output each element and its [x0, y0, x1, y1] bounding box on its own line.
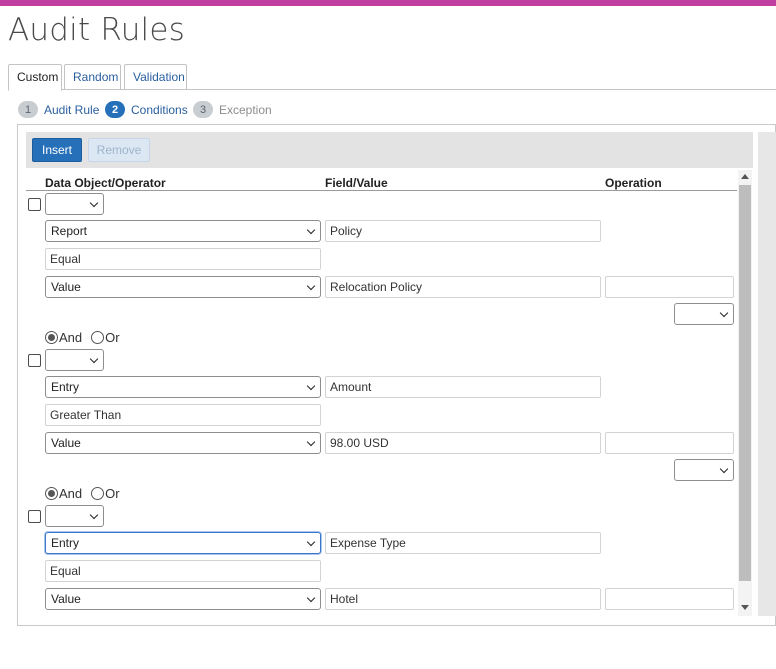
value-input[interactable]: Relocation Policy [325, 276, 601, 298]
value-input[interactable]: 98.00 USD [325, 432, 601, 454]
grid-scrollbar[interactable] [738, 170, 752, 616]
data-object-select[interactable]: Report [45, 220, 321, 242]
column-header-operation: Operation [605, 176, 662, 190]
operator-field[interactable]: Greater Than [45, 404, 321, 426]
chevron-down-icon [306, 537, 316, 547]
or-radio[interactable] [91, 331, 105, 344]
column-header-object: Data Object/Operator [45, 176, 166, 190]
or-label: Or [105, 330, 120, 345]
tab-random[interactable]: Random [64, 64, 121, 90]
chevron-down-icon [306, 593, 316, 603]
scroll-thumb[interactable] [739, 185, 751, 581]
condition-open-paren-select[interactable] [45, 349, 104, 371]
tab-custom[interactable]: Custom [8, 64, 62, 91]
scroll-up-icon[interactable] [741, 174, 749, 179]
step-label: Conditions [131, 102, 188, 117]
top-accent-bar [0, 0, 776, 6]
tab-bar: Custom Random Validation [8, 64, 776, 91]
tab-validation[interactable]: Validation [124, 64, 187, 90]
side-panel-strip [758, 132, 776, 616]
or-radio[interactable] [91, 487, 105, 500]
data-object-select[interactable]: Entry [45, 532, 321, 554]
condition-open-paren-select[interactable] [45, 193, 104, 215]
connector-radio-group: And Or [45, 486, 129, 501]
operation-input[interactable] [605, 432, 734, 454]
chevron-down-icon [89, 354, 99, 364]
wizard-step-exception[interactable]: 3 Exception [193, 101, 272, 118]
and-radio[interactable] [45, 331, 58, 344]
remove-button[interactable]: Remove [88, 138, 150, 162]
step-number: 1 [18, 101, 38, 118]
grid-toolbar: Insert Remove [26, 132, 753, 168]
value-type-select[interactable]: Value [45, 588, 321, 610]
operation-input[interactable] [605, 588, 734, 610]
step-number: 3 [193, 101, 213, 118]
grid-header: Data Object/Operator Field/Value Operati… [26, 176, 737, 191]
wizard-step-conditions[interactable]: 2 Conditions [105, 101, 188, 118]
close-paren-select[interactable] [674, 459, 734, 481]
chevron-down-icon [306, 225, 316, 235]
wizard-step-audit-rule[interactable]: 1 Audit Rule [18, 101, 99, 118]
and-label: And [59, 486, 83, 501]
chevron-down-icon [306, 281, 316, 291]
connector-radio-group: And Or [45, 330, 129, 345]
value-type-select[interactable]: Value [45, 276, 321, 298]
scroll-down-icon[interactable] [741, 605, 749, 610]
chevron-down-icon [719, 464, 729, 474]
chevron-down-icon [719, 308, 729, 318]
operator-field[interactable]: Equal [45, 560, 321, 582]
chevron-down-icon [89, 510, 99, 520]
column-header-field: Field/Value [325, 176, 388, 190]
insert-button[interactable]: Insert [32, 138, 82, 162]
or-label: Or [105, 486, 120, 501]
chevron-down-icon [306, 437, 316, 447]
step-label: Exception [219, 102, 272, 117]
step-label: Audit Rule [44, 102, 100, 117]
value-type-select[interactable]: Value [45, 432, 321, 454]
page-title: Audit Rules [8, 12, 185, 48]
condition-checkbox[interactable] [28, 510, 41, 523]
operation-input[interactable] [605, 276, 734, 298]
operator-field[interactable]: Equal [45, 248, 321, 270]
step-number: 2 [105, 101, 125, 118]
value-input[interactable]: Hotel [325, 588, 601, 610]
field-input[interactable]: Amount [325, 376, 601, 398]
and-radio[interactable] [45, 487, 58, 500]
close-paren-select[interactable] [674, 303, 734, 325]
data-object-select[interactable]: Entry [45, 376, 321, 398]
chevron-down-icon [306, 381, 316, 391]
condition-open-paren-select[interactable] [45, 505, 104, 527]
field-input[interactable]: Expense Type [325, 532, 601, 554]
chevron-down-icon [89, 198, 99, 208]
and-label: And [59, 330, 83, 345]
condition-checkbox[interactable] [28, 354, 41, 367]
condition-checkbox[interactable] [28, 198, 41, 211]
field-input[interactable]: Policy [325, 220, 601, 242]
